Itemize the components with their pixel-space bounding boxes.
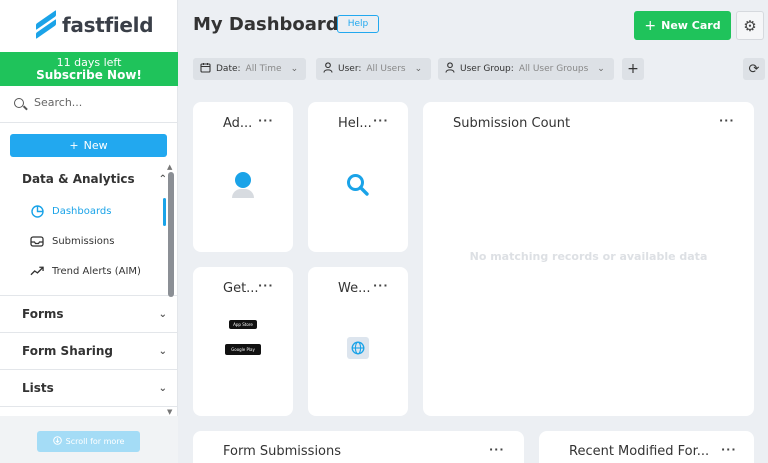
- section-lists[interactable]: Lists ⌄: [22, 381, 167, 395]
- active-indicator: [163, 198, 166, 226]
- filter-user-group[interactable]: User Group: All User Groups ⌄: [438, 58, 614, 80]
- inbox-icon: [30, 235, 44, 247]
- filter-date[interactable]: Date: All Time ⌄: [193, 58, 306, 80]
- divider: [0, 369, 178, 370]
- card-help[interactable]: Hel... ···: [308, 102, 408, 252]
- scroll-down-arrow-icon[interactable]: ▼: [167, 408, 172, 416]
- globe-icon: [347, 337, 369, 359]
- page-title: My Dashboard: [193, 14, 339, 35]
- divider: [0, 332, 178, 333]
- more-options-icon[interactable]: ···: [373, 279, 389, 292]
- section-label: Forms: [22, 307, 64, 321]
- arrow-down-circle-icon: [52, 436, 62, 447]
- chevron-down-icon: ⌄: [158, 382, 167, 394]
- filter-value: All Users: [366, 64, 406, 74]
- chevron-down-icon: ⌄: [597, 64, 605, 74]
- section-label: Data & Analytics: [22, 172, 135, 186]
- filter-value: All User Groups: [518, 64, 589, 74]
- more-options-icon[interactable]: ···: [373, 114, 389, 127]
- card-form-submissions[interactable]: Form Submissions ···: [193, 431, 524, 463]
- card-title: Get...: [223, 281, 259, 296]
- scroll-for-more-label: Scroll for more: [65, 437, 125, 446]
- app-store-badge[interactable]: App Store: [229, 320, 257, 329]
- more-options-icon[interactable]: ···: [489, 443, 505, 456]
- help-button[interactable]: Help: [337, 15, 379, 33]
- card-title: Submission Count: [453, 116, 571, 131]
- settings-button[interactable]: ⚙: [736, 11, 764, 40]
- brand-name: fastfield: [62, 13, 154, 37]
- scroll-for-more-button[interactable]: Scroll for more: [37, 431, 140, 452]
- section-form-sharing[interactable]: Form Sharing ⌄: [22, 344, 167, 358]
- magnifier-icon: [346, 173, 370, 201]
- user-icon: [323, 62, 333, 76]
- sidebar-search[interactable]: Search...: [14, 96, 82, 109]
- card-title: Recent Modified For...: [569, 444, 710, 459]
- card-title: Ad...: [223, 116, 253, 131]
- sidebar-item-label: Dashboards: [52, 205, 112, 217]
- refresh-button[interactable]: ⟳: [743, 58, 765, 80]
- card-get-app[interactable]: Get... ··· App Store Google Play: [193, 267, 293, 416]
- section-forms[interactable]: Forms ⌄: [22, 307, 167, 321]
- card-title: Form Submissions: [223, 444, 342, 459]
- sidebar: fastfield 11 days left Subscribe Now! Se…: [0, 0, 178, 463]
- filter-user[interactable]: User: All Users ⌄: [316, 58, 431, 80]
- add-filter-button[interactable]: +: [622, 58, 644, 80]
- section-label: Lists: [22, 381, 54, 395]
- card-recent-modified-forms[interactable]: Recent Modified For... ···: [539, 431, 754, 463]
- user-avatar-body: [232, 189, 254, 198]
- card-title: Hel...: [338, 116, 372, 131]
- search-icon: [14, 97, 24, 108]
- section-data-analytics[interactable]: Data & Analytics ⌃: [22, 172, 167, 186]
- divider: [0, 122, 178, 123]
- divider: [0, 406, 178, 407]
- chevron-down-icon: ⌄: [290, 64, 299, 74]
- plus-icon: +: [627, 61, 639, 77]
- calendar-icon: [200, 62, 211, 76]
- sidebar-item-label: Trend Alerts (AIM): [52, 265, 141, 277]
- fastfield-logo-icon: [36, 9, 56, 40]
- new-button[interactable]: + New: [10, 134, 167, 157]
- empty-state-text: No matching records or available data: [469, 250, 708, 263]
- chevron-down-icon: ⌄: [158, 308, 167, 320]
- refresh-icon: ⟳: [748, 61, 760, 77]
- subscribe-banner[interactable]: 11 days left Subscribe Now!: [0, 52, 178, 86]
- card-website[interactable]: We... ···: [308, 267, 408, 416]
- plus-icon: +: [69, 139, 79, 152]
- scroll-up-arrow-icon[interactable]: ▲: [167, 163, 172, 171]
- plus-icon: +: [644, 17, 657, 34]
- google-play-badge[interactable]: Google Play: [225, 344, 261, 355]
- card-admin[interactable]: Ad... ···: [193, 102, 293, 252]
- filter-key: User Group:: [460, 64, 514, 74]
- new-card-label: New Card: [661, 19, 721, 32]
- card-title: We...: [338, 281, 371, 296]
- subscribe-now-link[interactable]: Subscribe Now!: [0, 69, 178, 82]
- search-input[interactable]: Search...: [34, 96, 82, 109]
- new-card-button[interactable]: + New Card: [634, 11, 731, 40]
- more-options-icon[interactable]: ···: [258, 279, 274, 292]
- chevron-up-icon: ⌃: [158, 173, 167, 185]
- user-avatar-icon: [235, 172, 251, 188]
- more-options-icon[interactable]: ···: [258, 114, 274, 127]
- filter-key: User:: [338, 64, 362, 74]
- chevron-down-icon: ⌄: [414, 64, 423, 74]
- more-options-icon[interactable]: ···: [719, 114, 735, 127]
- chevron-down-icon: ⌄: [158, 345, 167, 357]
- section-label: Form Sharing: [22, 344, 114, 358]
- sidebar-item-submissions[interactable]: Submissions: [30, 235, 114, 247]
- sidebar-item-trend-alerts[interactable]: Trend Alerts (AIM): [30, 265, 141, 277]
- sidebar-item-dashboards[interactable]: Dashboards: [30, 204, 112, 218]
- user-icon: [445, 62, 455, 76]
- filter-key: Date:: [216, 64, 241, 74]
- more-options-icon[interactable]: ···: [721, 443, 737, 456]
- gear-icon: ⚙: [743, 16, 757, 35]
- new-button-label: New: [83, 139, 108, 152]
- sidebar-item-label: Submissions: [52, 235, 115, 247]
- trend-up-icon: [30, 265, 44, 277]
- card-submission-count[interactable]: Submission Count ··· No matching records…: [423, 102, 754, 416]
- filter-value: All Time: [245, 64, 282, 74]
- sidebar-scrollbar[interactable]: [168, 172, 174, 297]
- divider: [0, 295, 178, 296]
- brand-logo[interactable]: fastfield: [36, 9, 154, 40]
- pie-chart-icon: [30, 204, 44, 218]
